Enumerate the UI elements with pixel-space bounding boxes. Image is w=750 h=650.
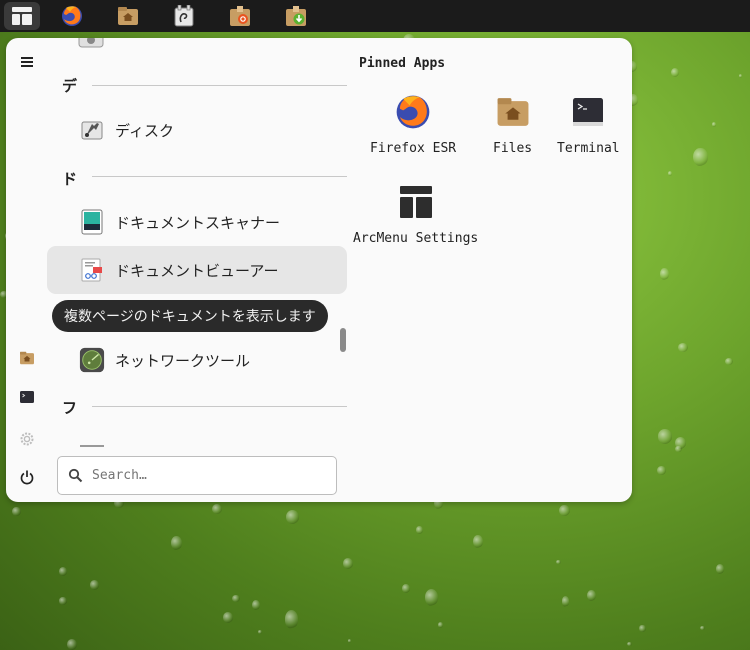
section-header-do: ド: [62, 170, 78, 188]
panel-firefox[interactable]: [44, 0, 100, 32]
panel-tweaks[interactable]: [156, 0, 212, 32]
search-input[interactable]: [90, 467, 324, 484]
power-button[interactable]: [6, 462, 48, 492]
pinned-arcmenu-settings[interactable]: ArcMenu Settings: [353, 184, 478, 246]
search-box[interactable]: [57, 456, 337, 495]
app-item-label: ドキュメントビューアー: [115, 261, 279, 280]
section-header-fu: フ: [62, 399, 78, 417]
panel-software-install[interactable]: [212, 0, 268, 32]
app-item-disks[interactable]: ディスク: [47, 106, 347, 154]
terminal-icon: [20, 391, 34, 403]
partial-app-icon: [80, 438, 104, 447]
app-item-document-scanner[interactable]: ドキュメントスキャナー: [47, 198, 347, 246]
network-tools-icon: [79, 347, 105, 373]
pinned-label: Files: [493, 141, 533, 156]
firefox-icon: [395, 94, 431, 130]
search-icon: [66, 468, 84, 483]
apps-list-scrollbar[interactable]: [340, 328, 346, 352]
arcmenu-icon: [12, 7, 32, 25]
download-package-icon: [286, 6, 306, 26]
arcmenu-settings-icon: [398, 184, 434, 220]
pinned-label: ArcMenu Settings: [353, 231, 479, 246]
apps-list[interactable]: デ ディスク ド ドキュメントスキャナー ドキュメントビューアー ネットワークツ…: [46, 38, 348, 448]
hamburger-button[interactable]: [6, 47, 48, 77]
top-panel: [0, 0, 750, 32]
app-item-network-tools[interactable]: ネットワークツール: [47, 336, 347, 384]
home-folder-icon: [118, 7, 138, 25]
sidebar-terminal-button[interactable]: [6, 382, 48, 412]
hamburger-icon: [21, 57, 33, 67]
tweaks-icon: [174, 5, 194, 27]
arcmenu-popup: デ ディスク ド ドキュメントスキャナー ドキュメントビューアー ネットワークツ…: [6, 38, 632, 502]
section-divider: [92, 176, 347, 177]
firefox-icon: [62, 6, 82, 26]
app-tooltip: 複数ページのドキュメントを表示します: [52, 300, 328, 332]
settings-gear-icon: [20, 432, 34, 446]
power-icon: [20, 470, 34, 484]
pinned-terminal[interactable]: Terminal: [557, 94, 620, 156]
app-item-label: ドキュメントスキャナー: [115, 213, 281, 232]
scanner-icon: [79, 209, 105, 235]
disks-icon: [79, 117, 105, 143]
home-folder-icon: [495, 94, 531, 130]
panel-files[interactable]: [100, 0, 156, 32]
app-item-label: ディスク: [115, 121, 174, 140]
pinned-firefox[interactable]: Firefox ESR: [370, 94, 456, 156]
home-folder-icon: [20, 351, 34, 365]
terminal-icon: [570, 94, 606, 130]
panel-software-update[interactable]: [268, 0, 324, 32]
pinned-files[interactable]: Files: [493, 94, 532, 156]
document-viewer-icon: [79, 257, 105, 283]
sidebar-settings-button[interactable]: [6, 424, 48, 454]
pinned-apps-title: Pinned Apps: [359, 56, 446, 71]
section-header-de: デ: [62, 77, 78, 95]
pinned-label: Terminal: [557, 141, 620, 156]
app-item-document-viewer[interactable]: ドキュメントビューアー: [47, 246, 347, 294]
sidebar-home-button[interactable]: [6, 343, 48, 373]
partial-app-icon: [78, 38, 104, 52]
section-divider: [92, 406, 347, 407]
pinned-label: Firefox ESR: [370, 141, 457, 156]
arcmenu-button[interactable]: [0, 0, 44, 32]
section-divider: [92, 85, 347, 86]
app-item-label: ネットワークツール: [115, 351, 251, 370]
package-icon: [230, 6, 250, 26]
